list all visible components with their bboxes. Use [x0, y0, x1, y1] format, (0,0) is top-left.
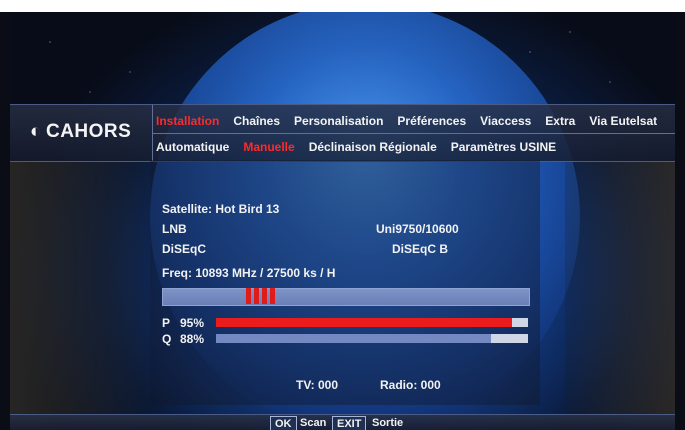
exit-key[interactable]: EXIT [332, 416, 367, 430]
scan-progress-segment [246, 288, 251, 304]
power-percent: 95% [180, 316, 205, 330]
room-reflection-right [565, 162, 675, 430]
menu-row-divider [152, 133, 675, 134]
tv-channel-count: TV: 000 [296, 378, 339, 392]
radio-channel-count: Radio: 000 [380, 378, 441, 392]
quality-label: Q [162, 332, 172, 346]
tv-bezel-top [0, 0, 685, 12]
subtab-parametres-usine[interactable]: Paramètres USINE [451, 140, 556, 154]
diseqc-value[interactable]: DiSEqC B [392, 242, 448, 256]
menu-top-tabs: Installation Chaînes Personalisation Pré… [156, 109, 657, 133]
satellite-name[interactable]: Satellite: Hot Bird 13 [162, 202, 279, 216]
scan-progress-segment [262, 288, 267, 304]
subtab-manuelle[interactable]: Manuelle [243, 140, 294, 154]
tab-extra[interactable]: Extra [545, 114, 575, 128]
scan-progress-bar [162, 288, 530, 306]
lnb-value[interactable]: Uni9750/10600 [376, 222, 459, 236]
main-menu-bar: ◐ CAHORS Installation Chaînes Personalisa… [10, 104, 675, 162]
quality-meter-fill [216, 334, 491, 343]
power-label: P [162, 316, 171, 330]
tab-personalisation[interactable]: Personalisation [294, 114, 383, 128]
exit-sortie-label: Sortie [372, 417, 404, 429]
room-reflection-left [10, 162, 150, 430]
brand-mark-icon: ◐ [30, 121, 42, 142]
manual-scan-panel [150, 160, 540, 405]
quality-percent: 88% [180, 332, 205, 346]
menu-sub-tabs: Automatique Manuelle Déclinaison Régiona… [156, 135, 556, 159]
subtab-automatique[interactable]: Automatique [156, 140, 229, 154]
power-meter-fill [216, 318, 512, 327]
tv-screen: ◐ CAHORS Installation Chaînes Personalisa… [10, 12, 675, 430]
brand-logo-box: ◐ CAHORS [10, 105, 153, 161]
frequency-parameters[interactable]: Freq: 10893 MHz / 27500 ks / H [162, 266, 335, 280]
diseqc-label: DiSEqC [162, 242, 207, 256]
tab-preferences[interactable]: Préférences [397, 114, 466, 128]
tab-installation[interactable]: Installation [156, 114, 219, 128]
tab-chaines[interactable]: Chaînes [233, 114, 280, 128]
ok-key[interactable]: OK [270, 416, 297, 430]
cahors-logo: ◐ CAHORS [30, 121, 131, 143]
tab-viaccess[interactable]: Viaccess [480, 114, 531, 128]
scan-progress-segment [270, 288, 275, 304]
scan-progress-segment [254, 288, 259, 304]
tab-via-eutelsat[interactable]: Via Eutelsat [589, 114, 657, 128]
ok-scan-label: Scan [300, 417, 327, 429]
lnb-label: LNB [162, 222, 187, 236]
brand-name: CAHORS [45, 121, 132, 142]
subtab-declinaison-regionale[interactable]: Déclinaison Régionale [309, 140, 437, 154]
